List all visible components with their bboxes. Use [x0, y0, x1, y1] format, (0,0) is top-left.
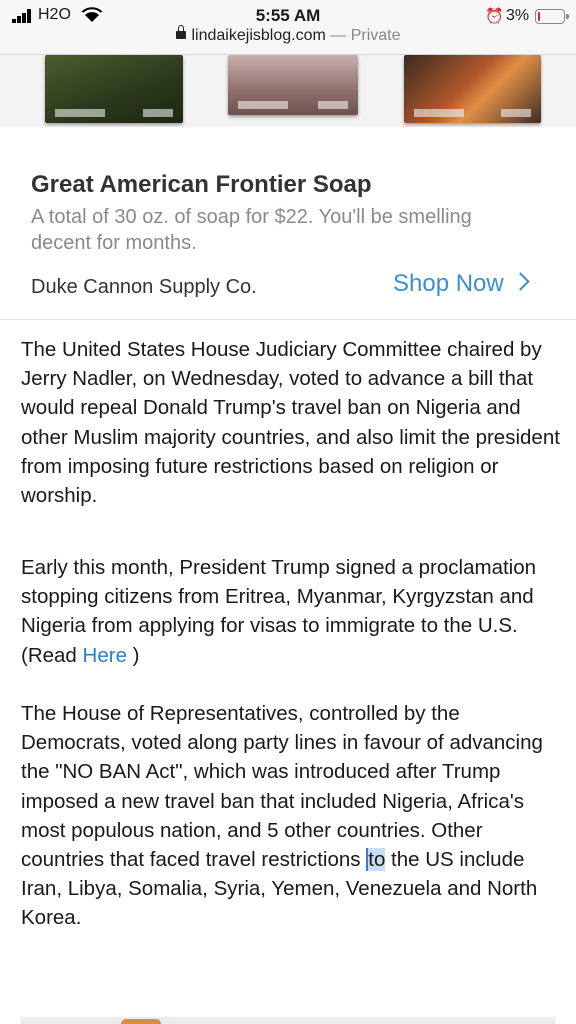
ad-description: A total of 30 oz. of soap for $22. You'l…	[31, 206, 472, 254]
battery-icon	[535, 9, 569, 24]
private-label: — Private	[330, 27, 401, 44]
alarm-icon: ⏰	[485, 8, 504, 25]
chevron-right-icon	[511, 272, 530, 291]
browser-top-bar: H2O 5:55 AM ⏰ 3% lindaikejisblog.com — P…	[0, 0, 576, 55]
article-paragraph: The United States House Judiciary Commit…	[21, 338, 560, 508]
battery-level	[538, 12, 540, 21]
product-image-strip[interactable]	[0, 55, 576, 127]
read-here-link[interactable]: Here	[83, 644, 127, 667]
product-image-2	[228, 55, 358, 115]
bottom-ad-edge	[21, 1017, 555, 1024]
url-domain: lindaikejisblog.com	[191, 27, 326, 44]
battery-percent: 3%	[506, 7, 530, 24]
shop-now-button[interactable]: Shop Now	[393, 270, 530, 298]
address-bar[interactable]: lindaikejisblog.com — Private	[0, 25, 576, 45]
status-bar: H2O 5:55 AM ⏰ 3%	[0, 4, 576, 26]
lock-icon	[175, 25, 186, 39]
ad-title[interactable]: Great American Frontier Soap	[31, 171, 372, 199]
text-selection[interactable]: to	[366, 848, 386, 872]
article-paragraph: Early this month, President Trump signed…	[21, 556, 537, 667]
advertiser-name: Duke Cannon Supply Co.	[31, 276, 257, 298]
product-image-1	[45, 55, 183, 123]
product-image-3	[404, 55, 541, 123]
shop-now-label: Shop Now	[393, 270, 504, 297]
article-paragraph: The House of Representatives, controlled…	[21, 702, 543, 930]
sponsored-ad[interactable]: Great American Frontier Soap A total of …	[0, 55, 576, 320]
